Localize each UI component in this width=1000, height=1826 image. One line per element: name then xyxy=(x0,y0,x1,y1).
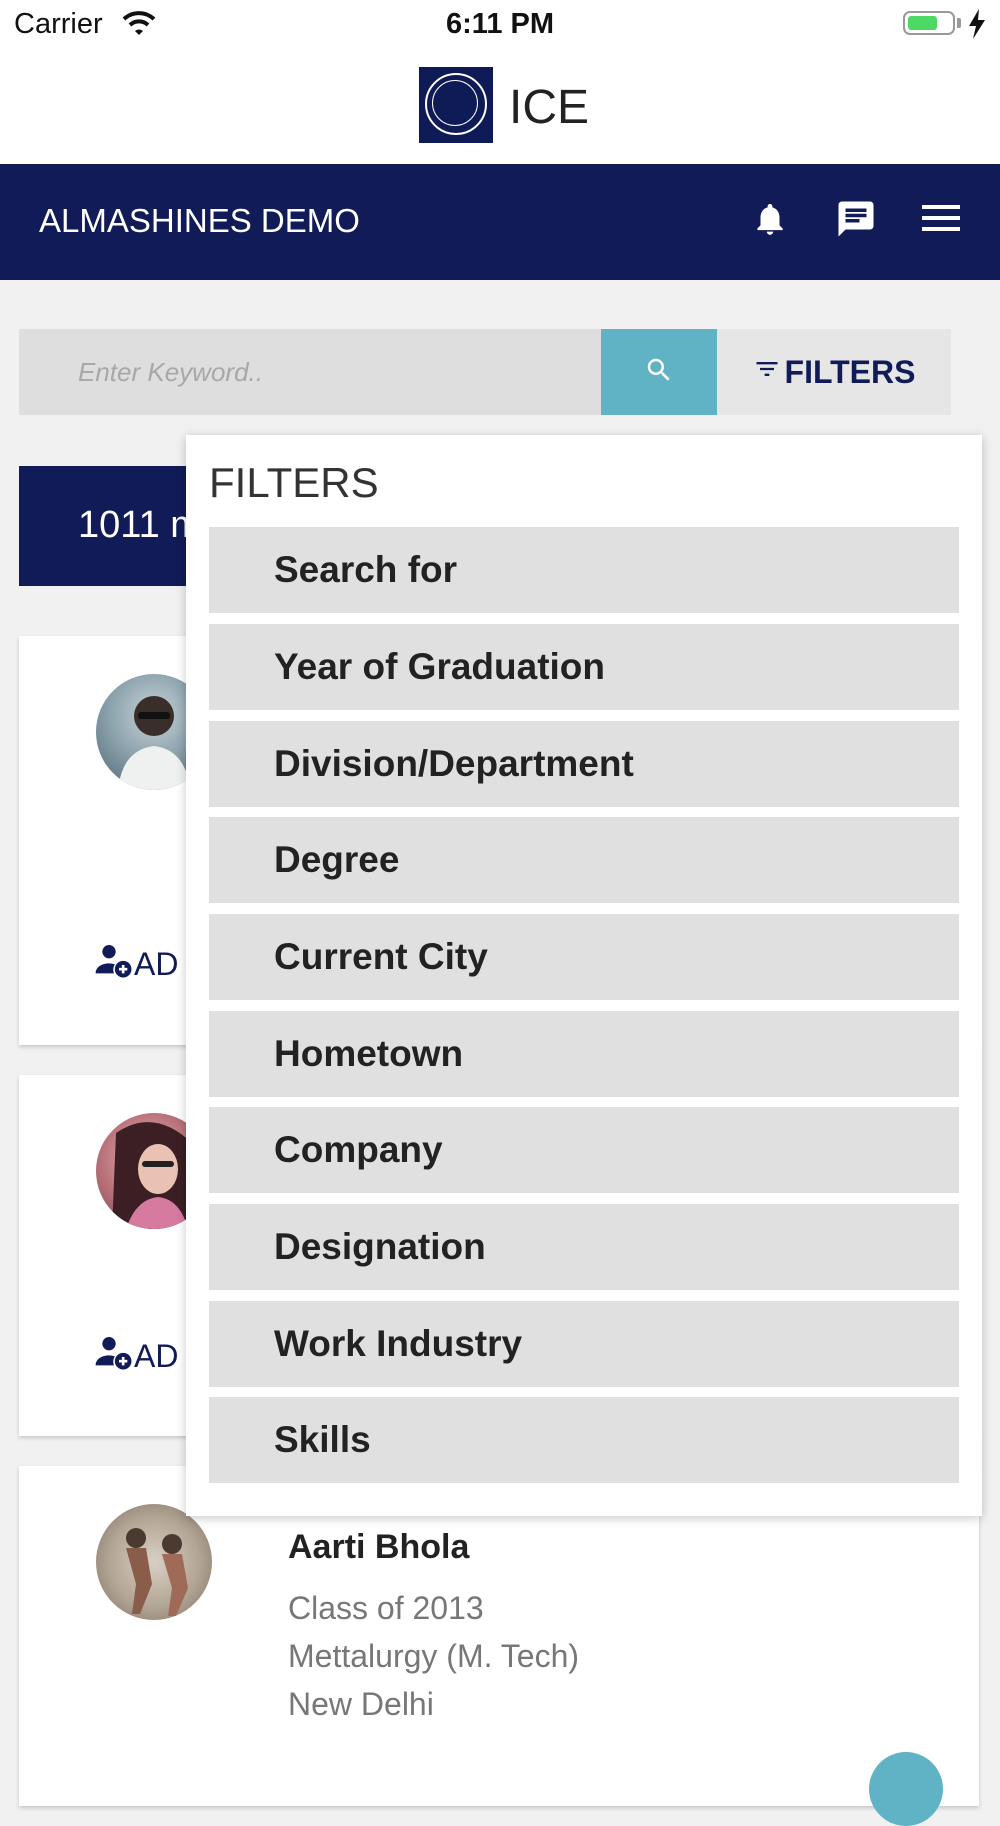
bell-icon[interactable] xyxy=(751,198,789,245)
filter-work-industry[interactable]: Work Industry xyxy=(209,1301,959,1387)
alumni-department: Mettalurgy (M. Tech) xyxy=(288,1638,580,1674)
org-name: ALMASHINES DEMO xyxy=(39,202,360,239)
filter-company[interactable]: Company xyxy=(209,1107,959,1193)
top-navbar: ALMASHINES DEMO xyxy=(0,164,1000,280)
menu-icon[interactable] xyxy=(920,202,964,241)
chat-icon[interactable] xyxy=(835,198,877,245)
filter-year-of-graduation[interactable]: Year of Graduation xyxy=(209,624,959,710)
add-connection-label: AD xyxy=(134,1337,179,1374)
filters-button[interactable]: FILTERS xyxy=(717,329,951,415)
floating-action-button[interactable] xyxy=(869,1752,943,1826)
add-connection-button[interactable]: AD xyxy=(94,1332,178,1380)
alumni-name[interactable]: Aarti Bhola xyxy=(288,1528,469,1567)
app-title: ICE xyxy=(509,81,590,134)
filter-skills[interactable]: Skills xyxy=(209,1397,959,1483)
alumni-card[interactable]: Aarti Bhola Class of 2013 Mettalurgy (M.… xyxy=(19,1466,979,1806)
clock: 6:11 PM xyxy=(446,8,554,40)
search-bar: FILTERS xyxy=(19,329,951,415)
bolt-icon xyxy=(968,9,986,44)
filters-label: FILTERS xyxy=(784,353,916,390)
add-user-icon xyxy=(94,940,134,988)
alumni-city: New Delhi xyxy=(288,1686,434,1722)
status-bar: Carrier 6:11 PM xyxy=(0,0,1000,52)
alumni-class: Class of 2013 xyxy=(288,1590,484,1626)
filter-designation[interactable]: Designation xyxy=(209,1204,959,1290)
filter-division-department[interactable]: Division/Department xyxy=(209,721,959,807)
filter-current-city[interactable]: Current City xyxy=(209,914,959,1000)
add-user-icon xyxy=(94,1332,134,1380)
filters-panel: FILTERS Search for Year of Graduation Di… xyxy=(186,435,982,1516)
battery-icon xyxy=(903,11,955,35)
app-header: ICE xyxy=(0,52,1000,164)
filter-degree[interactable]: Degree xyxy=(209,817,959,903)
add-connection-button[interactable]: AD xyxy=(94,940,178,988)
filter-icon xyxy=(753,354,785,391)
battery-tip xyxy=(957,18,961,28)
results-count: 1011 m xyxy=(78,504,202,546)
filters-panel-title: FILTERS xyxy=(209,459,379,506)
add-connection-label: AD xyxy=(134,945,179,982)
filter-search-for[interactable]: Search for xyxy=(209,527,959,613)
search-button[interactable] xyxy=(601,329,717,415)
search-icon xyxy=(644,355,674,390)
avatar xyxy=(96,1504,212,1620)
filter-hometown[interactable]: Hometown xyxy=(209,1011,959,1097)
keyword-search-input[interactable] xyxy=(19,329,601,415)
college-seal-logo xyxy=(419,67,493,143)
